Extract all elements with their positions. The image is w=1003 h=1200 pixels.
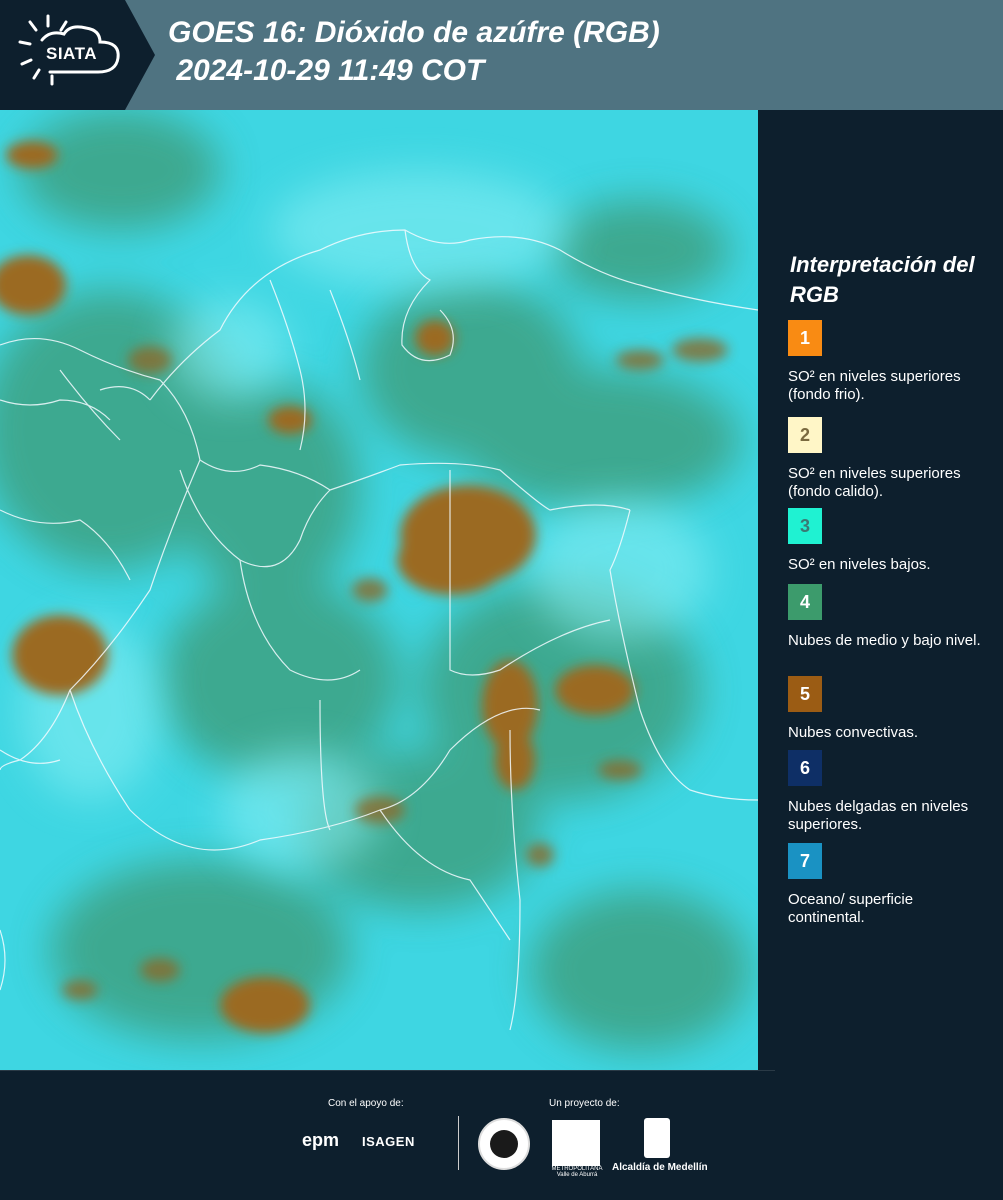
legend-label-4: Nubes de medio y bajo nivel. (788, 632, 981, 649)
legend-label-1: SO² en niveles superiores (fondo frio). (788, 368, 961, 403)
legend-item-1: 1 SO² en niveles superiores (fondo frio)… (788, 320, 993, 404)
legend-item-2: 2 SO² en niveles superiores (fondo calid… (788, 417, 993, 501)
legend-swatch-3: 3 (788, 508, 822, 544)
page-title: GOES 16: Dióxido de azúfre (RGB) 2024-10… (168, 14, 660, 90)
project-label: Un proyecto de: (549, 1098, 620, 1109)
legend-swatch-2: 2 (788, 417, 822, 453)
legend-label-5: Nubes convectivas. (788, 724, 919, 741)
logo-separator (458, 1116, 459, 1170)
legend-label-2: SO² en niveles superiores (fondo calido)… (788, 465, 961, 500)
area-metropolitana-text: METROPOLITANA Valle de Aburrá (551, 1166, 603, 1178)
legend-title: Interpretación del RGB (790, 252, 975, 307)
siata-logo: SIATA (0, 0, 155, 110)
title-product: GOES 16: Dióxido de azúfre (RGB) (168, 16, 660, 49)
legend-label-3: SO² en niveles bajos. (788, 556, 931, 573)
area-metropolitana-logo (552, 1120, 600, 1166)
legend-item-4: 4 Nubes de medio y bajo nivel. (788, 584, 993, 650)
header: SIATA GOES 16: Dióxido de azúfre (RGB) 2… (0, 0, 1003, 110)
isagen-logo: ISAGEN (362, 1134, 415, 1149)
footer-divider (0, 1070, 775, 1071)
legend-swatch-6: 6 (788, 750, 822, 786)
epm-logo: epm (302, 1130, 340, 1150)
legend-label-7: Oceano/ superficie continental. (788, 891, 914, 926)
title-timestamp: 2024-10-29 11:49 COT (168, 54, 485, 87)
legend-swatch-7: 7 (788, 843, 822, 879)
alcaldia-text: Alcaldía de Medellín (612, 1162, 708, 1173)
support-label: Con el apoyo de: (328, 1098, 404, 1109)
legend-item-6: 6 Nubes delgadas en niveles superiores. (788, 750, 993, 834)
legend-swatch-4: 4 (788, 584, 822, 620)
legend-item-5: 5 Nubes convectivas. (788, 676, 993, 742)
alcaldia-shield-icon (644, 1118, 670, 1158)
legend-label-6: Nubes delgadas en niveles superiores. (788, 798, 969, 833)
legend-swatch-5: 5 (788, 676, 822, 712)
footer: Con el apoyo de: Un proyecto de: epm ISA… (0, 1070, 1003, 1200)
legend-item-7: 7 Oceano/ superficie continental. (788, 843, 993, 927)
legend-swatch-1: 1 (788, 320, 822, 356)
siata-logo-text: SIATA (46, 44, 97, 63)
satellite-map (0, 110, 758, 1070)
legend-item-3: 3 SO² en niveles bajos. (788, 508, 993, 574)
medellin-seal-icon (478, 1118, 530, 1170)
legend-panel: Interpretación del RGB 1 SO² en niveles … (762, 110, 1003, 1070)
